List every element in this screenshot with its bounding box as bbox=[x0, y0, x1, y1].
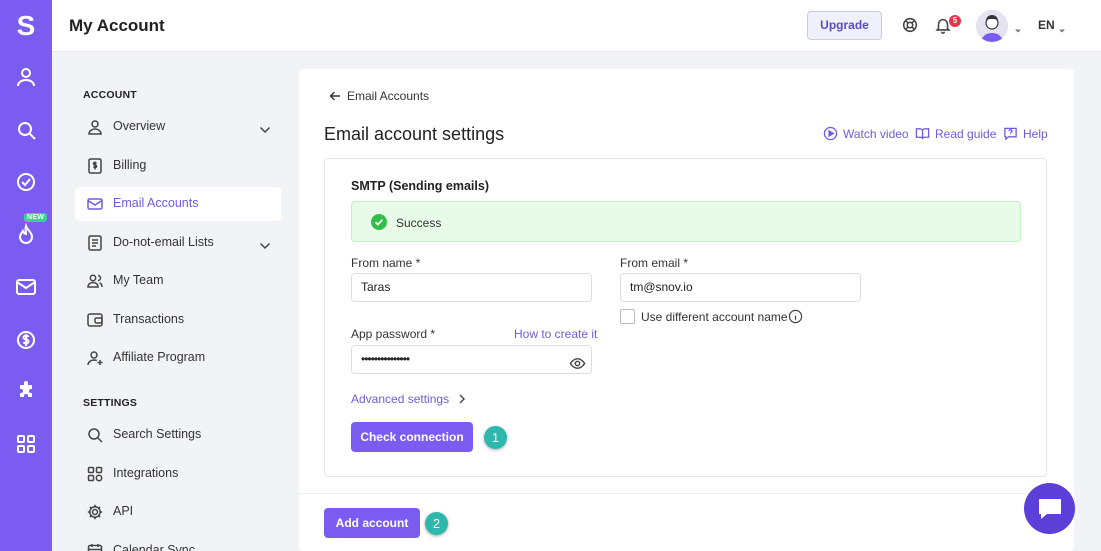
calendar-icon bbox=[86, 542, 104, 551]
sidebar-item-label: API bbox=[113, 504, 134, 518]
play-circle-icon bbox=[823, 126, 838, 141]
sidebar-item-api[interactable]: API bbox=[75, 495, 281, 529]
add-account-button[interactable]: Add account bbox=[324, 508, 420, 538]
sidebar-item-label: Do-not-email Lists bbox=[113, 235, 214, 249]
top-header: My Account Upgrade 5 EN bbox=[52, 0, 1101, 52]
account-sidebar: ACCOUNT Overview Billing Email Accounts … bbox=[52, 52, 298, 551]
sidebar-item-do-not-email-lists[interactable]: Do-not-email Lists bbox=[75, 226, 281, 260]
chevron-down-icon[interactable] bbox=[259, 122, 271, 134]
chevron-down-icon[interactable] bbox=[259, 238, 271, 250]
email-settings-card: Email Accounts Email account settings Wa… bbox=[299, 69, 1074, 551]
chat-widget-button[interactable] bbox=[1024, 483, 1075, 534]
check-connection-button[interactable]: Check connection bbox=[351, 422, 473, 452]
sidebar-item-label: Overview bbox=[113, 119, 166, 133]
sidebar-item-integrations[interactable]: Integrations bbox=[75, 457, 281, 491]
flame-icon[interactable] bbox=[14, 222, 38, 247]
new-badge: NEW bbox=[24, 213, 48, 222]
page-title: Email account settings bbox=[324, 124, 505, 144]
eye-icon[interactable] bbox=[569, 355, 586, 372]
sidebar-item-affiliate-program[interactable]: Affiliate Program bbox=[75, 341, 281, 375]
sidebar-item-search-settings[interactable]: Search Settings bbox=[75, 418, 281, 452]
sidebar-item-email-accounts[interactable]: Email Accounts bbox=[75, 187, 281, 221]
chat-icon bbox=[1039, 499, 1061, 519]
help-label: Help bbox=[1023, 127, 1048, 141]
left-rail: S NEW bbox=[0, 0, 52, 551]
notification-badge: 5 bbox=[949, 15, 961, 27]
lifebuoy-icon[interactable] bbox=[901, 16, 919, 34]
back-link[interactable]: Email Accounts bbox=[329, 89, 429, 103]
how-to-create-link[interactable]: How to create it bbox=[514, 327, 597, 341]
use-different-name-checkbox[interactable] bbox=[620, 309, 635, 324]
app-password-input[interactable]: ••••••••••••••• bbox=[351, 345, 592, 374]
language-selector[interactable]: EN bbox=[1038, 18, 1055, 32]
sidebar-item-label: Billing bbox=[113, 158, 147, 172]
check-circle-icon[interactable] bbox=[14, 170, 38, 194]
avatar[interactable] bbox=[976, 10, 1008, 42]
smtp-title: SMTP (Sending emails) bbox=[351, 179, 489, 193]
back-link-label: Email Accounts bbox=[347, 89, 430, 103]
search-icon[interactable] bbox=[14, 118, 38, 142]
help-icon bbox=[1004, 127, 1017, 141]
card-divider bbox=[299, 493, 1074, 494]
sidebar-item-label: Email Accounts bbox=[113, 196, 199, 210]
sidebar-item-label: Calendar Sync bbox=[113, 543, 195, 551]
wallet-icon bbox=[86, 311, 104, 329]
watch-video-link[interactable]: Watch video bbox=[823, 126, 909, 141]
advanced-settings-link[interactable]: Advanced settings bbox=[351, 392, 467, 406]
from-email-input[interactable]: tm@snov.io bbox=[620, 273, 861, 302]
user-plus-icon bbox=[86, 349, 104, 367]
use-different-name-label: Use different account name bbox=[641, 310, 788, 324]
watch-video-label: Watch video bbox=[843, 127, 909, 141]
section-heading-settings: SETTINGS bbox=[83, 397, 138, 409]
user-icon bbox=[86, 118, 104, 136]
chevron-down-icon[interactable] bbox=[1014, 22, 1022, 33]
success-banner: Success bbox=[351, 201, 1021, 242]
info-icon[interactable] bbox=[788, 309, 803, 324]
smtp-section: SMTP (Sending emails) Success From name … bbox=[324, 158, 1047, 477]
chevron-right-icon bbox=[459, 394, 466, 404]
upgrade-button[interactable]: Upgrade bbox=[807, 11, 882, 40]
page-header-title: My Account bbox=[69, 16, 165, 35]
from-email-label: From email * bbox=[620, 256, 689, 270]
sidebar-item-label: Integrations bbox=[113, 466, 179, 480]
check-circle-icon bbox=[371, 214, 387, 230]
sidebar-item-label: My Team bbox=[113, 273, 164, 287]
from-name-input[interactable]: Taras bbox=[351, 273, 592, 302]
snov-logo[interactable]: S bbox=[0, 4, 52, 48]
book-icon bbox=[915, 128, 930, 140]
gear-icon bbox=[86, 503, 104, 521]
integrations-icon bbox=[86, 465, 104, 483]
app-password-label: App password * bbox=[351, 327, 436, 341]
mail-icon bbox=[86, 195, 104, 213]
sidebar-item-calendar-sync[interactable]: Calendar Sync bbox=[75, 534, 281, 551]
arrow-left-icon bbox=[329, 91, 340, 101]
grid-icon[interactable] bbox=[14, 432, 38, 456]
dollar-icon[interactable] bbox=[14, 328, 38, 352]
sidebar-item-label: Search Settings bbox=[113, 427, 202, 441]
puzzle-icon[interactable] bbox=[14, 380, 38, 404]
success-message: Success bbox=[396, 216, 442, 230]
user-icon[interactable] bbox=[14, 65, 38, 89]
team-icon bbox=[86, 272, 104, 290]
sidebar-item-transactions[interactable]: Transactions bbox=[75, 303, 281, 337]
scrollbar[interactable] bbox=[1089, 52, 1101, 551]
chevron-down-icon[interactable] bbox=[1058, 22, 1066, 33]
sidebar-item-my-team[interactable]: My Team bbox=[75, 264, 281, 298]
sidebar-item-billing[interactable]: Billing bbox=[75, 149, 281, 183]
billing-icon bbox=[86, 157, 104, 175]
search-icon bbox=[86, 426, 104, 444]
advanced-settings-label: Advanced settings bbox=[351, 392, 450, 406]
from-name-label: From name * bbox=[351, 256, 421, 270]
sidebar-item-overview[interactable]: Overview bbox=[75, 110, 281, 144]
sidebar-item-label: Affiliate Program bbox=[113, 350, 206, 364]
read-guide-label: Read guide bbox=[935, 127, 997, 141]
list-icon bbox=[86, 234, 104, 252]
read-guide-link[interactable]: Read guide bbox=[915, 126, 996, 141]
sidebar-item-label: Transactions bbox=[113, 312, 185, 326]
step-marker-1: 1 bbox=[484, 426, 507, 449]
help-link[interactable]: Help bbox=[1003, 126, 1048, 141]
section-heading-account: ACCOUNT bbox=[83, 89, 137, 101]
step-marker-2: 2 bbox=[425, 512, 448, 535]
mail-icon[interactable] bbox=[14, 275, 38, 299]
